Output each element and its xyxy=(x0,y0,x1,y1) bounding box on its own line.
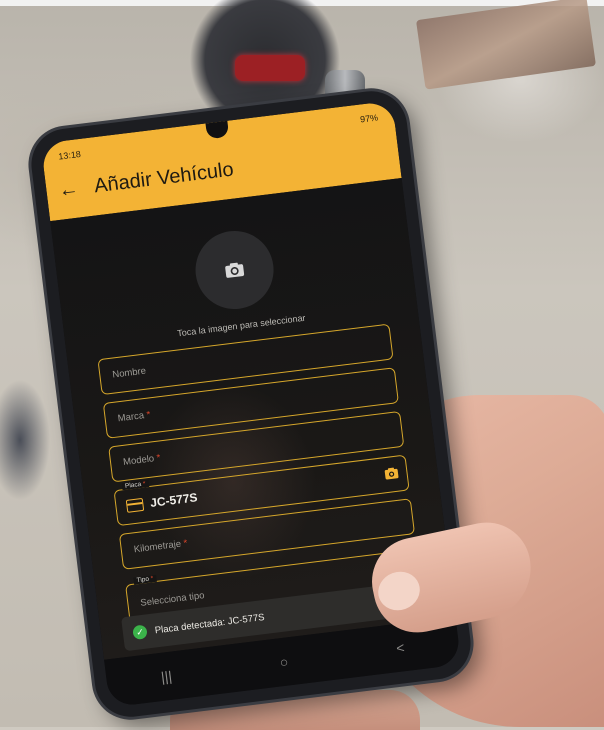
recent-apps-button[interactable]: ||| xyxy=(160,668,173,685)
marca-placeholder: Marca xyxy=(117,410,145,425)
snackbar-message: Placa detectada: JC-577S xyxy=(154,611,266,636)
tipo-label: Tipo xyxy=(136,575,150,585)
check-circle-icon: ✓ xyxy=(132,624,148,641)
modelo-placeholder: Modelo xyxy=(122,453,155,468)
background-object xyxy=(0,360,55,520)
tipo-required-mark: * xyxy=(150,575,154,583)
status-time: 13:18 xyxy=(57,148,82,162)
page-title: Añadir Vehículo xyxy=(92,158,235,198)
modelo-required-mark: * xyxy=(156,452,162,464)
status-battery: 97% xyxy=(359,112,379,125)
placa-required-mark: * xyxy=(142,480,146,488)
marca-required-mark: * xyxy=(145,409,151,421)
vehicle-image-picker[interactable] xyxy=(191,226,279,314)
placa-value: JC-577S xyxy=(149,490,199,510)
camera-icon xyxy=(224,261,246,279)
motorcycle-taillight xyxy=(235,55,305,81)
license-plate-icon xyxy=(125,497,145,513)
back-button[interactable]: < xyxy=(395,639,405,656)
home-button[interactable]: ○ xyxy=(279,653,289,670)
kilometraje-required-mark: * xyxy=(183,537,189,550)
scan-plate-camera-icon[interactable] xyxy=(384,466,400,486)
kilometraje-placeholder: Kilometraje xyxy=(133,538,182,556)
placa-label: Placa xyxy=(124,481,142,490)
tipo-placeholder: Selecciona tipo xyxy=(139,590,206,609)
nombre-placeholder: Nombre xyxy=(111,365,147,381)
back-arrow-icon[interactable]: ← xyxy=(57,178,80,203)
